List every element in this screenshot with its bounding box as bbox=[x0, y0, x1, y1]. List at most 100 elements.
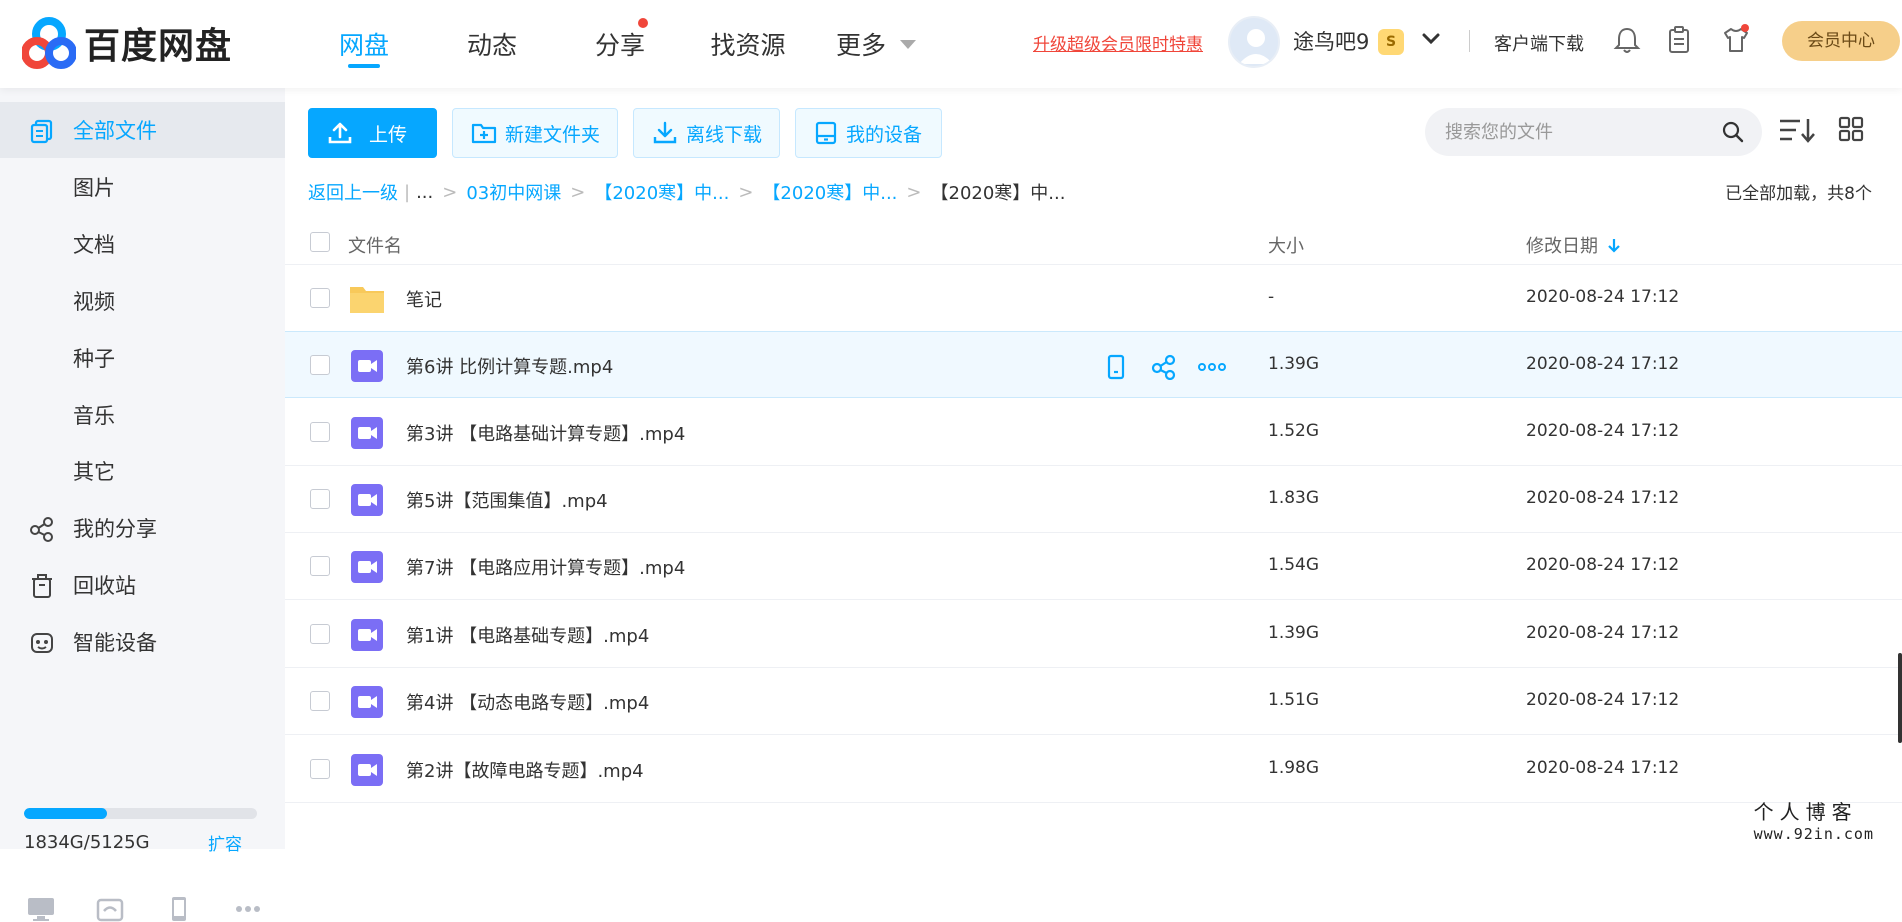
file-size: 1.39G bbox=[1268, 354, 1319, 374]
breadcrumb-item[interactable]: 03初中网课 bbox=[466, 179, 561, 205]
search-icon[interactable] bbox=[1722, 121, 1744, 143]
file-name[interactable]: 第2讲【故障电路专题】.mp4 bbox=[406, 757, 644, 783]
file-name[interactable]: 第5讲【范围集值】.mp4 bbox=[406, 487, 608, 513]
send-to-phone-icon[interactable] bbox=[1105, 354, 1127, 380]
table-row[interactable]: 第4讲 【动态电路专题】.mp4 1.51G 2020-08-24 17:12 bbox=[285, 668, 1902, 735]
column-header-size[interactable]: 大小 bbox=[1268, 232, 1304, 258]
new-folder-button[interactable]: 新建文件夹 bbox=[452, 108, 618, 158]
file-name[interactable]: 笔记 bbox=[406, 286, 442, 312]
grid-view-icon[interactable] bbox=[1838, 116, 1864, 142]
my-devices-button[interactable]: 我的设备 bbox=[795, 108, 942, 158]
row-checkbox[interactable] bbox=[310, 422, 330, 442]
file-size: 1.39G bbox=[1268, 623, 1319, 643]
nav-find-resources[interactable]: 找资源 bbox=[684, 0, 812, 88]
video-file-icon bbox=[349, 348, 385, 384]
share-icon[interactable] bbox=[1151, 354, 1177, 380]
sidebar-item-smart-devices[interactable]: 智能设备 bbox=[0, 614, 285, 670]
upload-button[interactable]: 上传 bbox=[308, 108, 437, 158]
video-file-icon bbox=[349, 617, 385, 653]
avatar[interactable] bbox=[1228, 16, 1280, 68]
row-checkbox[interactable] bbox=[310, 691, 330, 711]
scrollbar-thumb[interactable] bbox=[1898, 653, 1902, 743]
promo-link[interactable]: 升级超级会员限时特惠 bbox=[1033, 30, 1203, 55]
sidebar-item-label: 文档 bbox=[73, 229, 115, 259]
username[interactable]: 途鸟吧9 bbox=[1293, 26, 1369, 56]
sidebar-item-label: 全部文件 bbox=[73, 115, 157, 145]
watermark-url: www.92in.com bbox=[1754, 825, 1874, 843]
sidebar-item-images[interactable]: 图片 bbox=[0, 159, 285, 215]
logo[interactable]: 百度网盘 bbox=[22, 16, 232, 70]
sidebar-item-label: 我的分享 bbox=[73, 513, 157, 543]
sidebar-item-label: 音乐 bbox=[73, 400, 115, 430]
select-all-checkbox[interactable] bbox=[310, 232, 330, 252]
sidebar-item-my-shares[interactable]: 我的分享 bbox=[0, 500, 285, 556]
file-name[interactable]: 第4讲 【动态电路专题】.mp4 bbox=[406, 689, 649, 715]
table-row[interactable]: 第3讲 【电路基础计算专题】.mp4 1.52G 2020-08-24 17:1… bbox=[285, 399, 1902, 466]
sidebar-item-videos[interactable]: 视频 bbox=[0, 273, 285, 329]
nav-activity[interactable]: 动态 bbox=[428, 0, 556, 88]
nav-label: 动态 bbox=[467, 26, 517, 62]
upload-label: 上传 bbox=[369, 120, 407, 147]
file-date: 2020-08-24 17:12 bbox=[1526, 287, 1679, 307]
android-client-icon[interactable] bbox=[95, 896, 125, 922]
row-checkbox[interactable] bbox=[310, 556, 330, 576]
table-row[interactable]: 第6讲 比例计算专题.mp4 1.39G 2020-08-24 17:12 bbox=[285, 331, 1902, 398]
row-checkbox[interactable] bbox=[310, 489, 330, 509]
new-folder-icon bbox=[471, 121, 497, 145]
offline-download-label: 离线下载 bbox=[686, 120, 762, 147]
loaded-count: 已全部加载，共8个 bbox=[1725, 179, 1872, 204]
sidebar-item-documents[interactable]: 文档 bbox=[0, 216, 285, 272]
vip-center-button[interactable]: 会员中心 bbox=[1782, 21, 1900, 61]
breadcrumb-item[interactable]: 【2020寒】中... bbox=[762, 179, 897, 205]
breadcrumb-back-link[interactable]: 返回上一级 bbox=[308, 179, 398, 205]
sidebar-item-label: 其它 bbox=[73, 456, 115, 486]
nav-share[interactable]: 分享 bbox=[556, 0, 684, 88]
nav-label: 网盘 bbox=[339, 26, 389, 62]
sidebar-item-label: 智能设备 bbox=[73, 627, 157, 657]
nav-more[interactable]: 更多 bbox=[812, 0, 940, 88]
more-icon[interactable] bbox=[1197, 354, 1227, 380]
sidebar-item-recycle-bin[interactable]: 回收站 bbox=[0, 557, 285, 613]
table-row[interactable]: 第1讲 【电路基础专题】.mp4 1.39G 2020-08-24 17:12 bbox=[285, 601, 1902, 668]
chevron-down-icon[interactable] bbox=[1420, 28, 1442, 50]
download-icon bbox=[652, 121, 678, 145]
sidebar-item-other[interactable]: 其它 bbox=[0, 443, 285, 499]
offline-download-button[interactable]: 离线下载 bbox=[633, 108, 780, 158]
row-checkbox[interactable] bbox=[310, 355, 330, 375]
row-checkbox[interactable] bbox=[310, 759, 330, 779]
file-name[interactable]: 第6讲 比例计算专题.mp4 bbox=[406, 353, 613, 379]
trash-icon bbox=[29, 573, 55, 599]
table-row[interactable]: 笔记 - 2020-08-24 17:12 bbox=[285, 265, 1902, 332]
table-row[interactable]: 第7讲 【电路应用计算专题】.mp4 1.54G 2020-08-24 17:1… bbox=[285, 533, 1902, 600]
breadcrumb-divider: | bbox=[404, 182, 410, 203]
sort-list-icon[interactable] bbox=[1778, 116, 1816, 144]
row-checkbox[interactable] bbox=[310, 288, 330, 308]
bell-icon[interactable] bbox=[1611, 24, 1643, 56]
nav-label: 找资源 bbox=[710, 26, 785, 62]
file-name[interactable]: 第3讲 【电路基础计算专题】.mp4 bbox=[406, 420, 685, 446]
tshirt-icon[interactable] bbox=[1720, 24, 1752, 56]
expand-storage-link[interactable]: 扩容 bbox=[208, 830, 242, 855]
share-icon bbox=[29, 516, 55, 542]
nav-netdisk[interactable]: 网盘 bbox=[300, 0, 428, 88]
search-input[interactable] bbox=[1445, 108, 1715, 156]
table-row[interactable]: 第5讲【范围集值】.mp4 1.83G 2020-08-24 17:12 bbox=[285, 466, 1902, 533]
column-header-name[interactable]: 文件名 bbox=[348, 232, 402, 258]
sidebar-item-all-files[interactable]: 全部文件 bbox=[0, 102, 285, 158]
breadcrumb-item[interactable]: 【2020寒】中... bbox=[594, 179, 729, 205]
sidebar-item-music[interactable]: 音乐 bbox=[0, 387, 285, 443]
sidebar-item-torrents[interactable]: 种子 bbox=[0, 330, 285, 386]
file-name[interactable]: 第1讲 【电路基础专题】.mp4 bbox=[406, 622, 649, 648]
more-dots-icon[interactable] bbox=[233, 896, 263, 922]
breadcrumb-ellipsis[interactable]: ... bbox=[416, 182, 433, 203]
user-avatar-icon bbox=[1230, 18, 1280, 68]
table-row[interactable]: 第2讲【故障电路专题】.mp4 1.98G 2020-08-24 17:12 bbox=[285, 736, 1902, 803]
storage-quota-text: 1834G/5125G bbox=[24, 832, 150, 853]
file-name[interactable]: 第7讲 【电路应用计算专题】.mp4 bbox=[406, 554, 685, 580]
column-header-date[interactable]: 修改日期 bbox=[1526, 232, 1622, 258]
clipboard-icon[interactable] bbox=[1663, 24, 1695, 56]
mobile-client-icon[interactable] bbox=[164, 896, 194, 922]
desktop-client-icon[interactable] bbox=[26, 896, 56, 922]
client-download-link[interactable]: 客户端下载 bbox=[1494, 30, 1584, 56]
row-checkbox[interactable] bbox=[310, 624, 330, 644]
